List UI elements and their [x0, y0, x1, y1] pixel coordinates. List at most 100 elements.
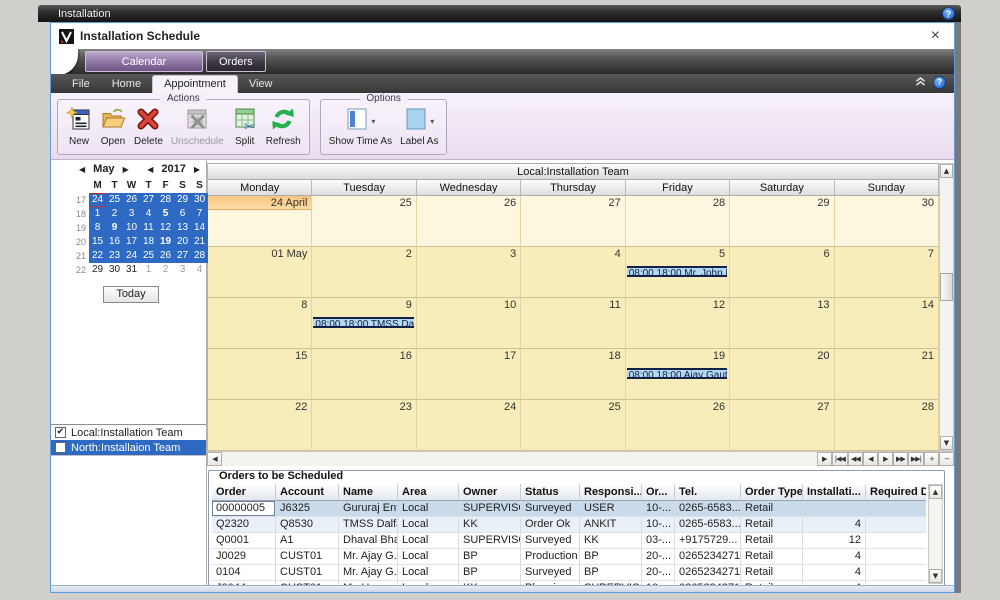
calendar-day-cell[interactable]: 6	[730, 247, 834, 298]
ribbon-tab-file[interactable]: File	[61, 76, 101, 93]
mini-calendar-day[interactable]: 31	[123, 263, 140, 277]
table-cell[interactable]: Gururaj Ent...	[339, 501, 398, 517]
column-header-required-d[interactable]: Required D...	[866, 484, 926, 501]
dropdown-caret-icon[interactable]: ▾	[430, 117, 434, 126]
mini-calendar-day[interactable]: 18	[140, 235, 157, 249]
table-cell[interactable]: Local	[398, 565, 459, 581]
orders-vertical-scrollbar[interactable]: ▲ ▼	[928, 484, 943, 584]
mini-calendar-day[interactable]: 28	[157, 193, 174, 207]
zoom-in-button[interactable]: +	[924, 452, 939, 466]
table-cell[interactable]: Q0001	[212, 533, 276, 549]
table-cell[interactable]: J0029	[212, 549, 276, 565]
next-month-icon[interactable]: ▶	[123, 165, 129, 174]
column-header-order[interactable]: Order	[212, 484, 276, 501]
dropdown-caret-icon[interactable]: ▾	[371, 117, 375, 126]
table-cell[interactable]: 00000005	[212, 501, 276, 517]
calendar-day-cell[interactable]: 12	[626, 298, 730, 349]
table-cell[interactable]: USER	[580, 501, 642, 517]
calendar-day-cell[interactable]: 30	[835, 196, 939, 247]
mini-calendar-day[interactable]: 17	[123, 235, 140, 249]
column-header-or[interactable]: Or...	[642, 484, 675, 501]
mini-calendar-day[interactable]: 27	[174, 249, 191, 263]
team-list-item[interactable]: North:Installaion Team	[51, 440, 206, 455]
mini-calendar-day[interactable]: 24	[89, 193, 106, 207]
column-header-owner[interactable]: Owner	[459, 484, 521, 501]
table-cell[interactable]: Order Ok	[521, 517, 580, 533]
scroll-left-icon[interactable]: ◀	[207, 452, 222, 466]
column-header-installati[interactable]: Installati...	[803, 484, 866, 501]
table-cell[interactable]: CUST01	[276, 549, 339, 565]
column-header-status[interactable]: Status	[521, 484, 580, 501]
table-cell[interactable]: Local	[398, 517, 459, 533]
scrollbar-track[interactable]	[222, 452, 817, 466]
mini-calendar-day[interactable]: 3	[123, 207, 140, 221]
calendar-day-cell[interactable]: 27	[730, 400, 834, 451]
scrollbar-thumb[interactable]	[940, 273, 953, 301]
calendar-day-cell[interactable]: 26	[417, 196, 521, 247]
calendar-day-cell[interactable]: 7	[835, 247, 939, 298]
scrollbar-track[interactable]	[940, 178, 953, 436]
mini-calendar-day[interactable]: 21	[191, 235, 208, 249]
label-as-button[interactable]: ▾Label As	[396, 106, 442, 148]
mini-calendar-day[interactable]: 7	[191, 207, 208, 221]
mini-calendar-day[interactable]: 27	[140, 193, 157, 207]
table-cell[interactable]: Retail	[741, 549, 803, 565]
column-header-order-type[interactable]: Order Type	[741, 484, 803, 501]
table-cell[interactable]: 20-...	[642, 549, 675, 565]
last-record-button[interactable]: ▶▶|	[908, 452, 924, 466]
team-list-item[interactable]: ✔Local:Installation Team	[51, 425, 206, 440]
table-cell[interactable]: Q8530	[276, 517, 339, 533]
ribbon-tab-home[interactable]: Home	[101, 76, 152, 93]
mini-calendar-day[interactable]: 28	[191, 249, 208, 263]
mini-calendar-day[interactable]: 9	[106, 221, 123, 235]
table-cell[interactable]	[866, 517, 926, 533]
table-cell[interactable]: TMSS Dalfab	[339, 517, 398, 533]
table-cell[interactable]: Retail	[741, 533, 803, 549]
ribbon-tab-view[interactable]: View	[238, 76, 284, 93]
appointment[interactable]: 08:00 18:00 TMSS Dalf	[313, 317, 413, 328]
calendar-day-cell[interactable]: 3	[417, 247, 521, 298]
table-cell[interactable]: J6325	[276, 501, 339, 517]
table-cell[interactable]: Local	[398, 549, 459, 565]
table-cell[interactable]: 0265-6583...	[675, 517, 741, 533]
ribbon-tab-appointment[interactable]: Appointment	[152, 75, 238, 93]
column-header-tel[interactable]: Tel.	[675, 484, 741, 501]
mini-calendar-day[interactable]: 10	[123, 221, 140, 235]
mini-calendar-day[interactable]: 3	[174, 263, 191, 277]
calendar-day-cell[interactable]: 21	[835, 349, 939, 400]
mini-calendar-day[interactable]: 5	[157, 207, 174, 221]
mini-calendar-day[interactable]: 30	[191, 193, 208, 207]
table-cell[interactable]: 4	[803, 549, 866, 565]
table-cell[interactable]	[866, 549, 926, 565]
tab-calendar[interactable]: Calendar	[85, 51, 203, 72]
unchecked-checkbox-icon[interactable]	[55, 442, 66, 453]
table-cell[interactable]: 0104	[212, 565, 276, 581]
table-cell[interactable]: +9175729...	[675, 533, 741, 549]
table-cell[interactable]: 20-...	[642, 565, 675, 581]
calendar-day-cell[interactable]: 2	[312, 247, 416, 298]
mini-calendar-day[interactable]: 2	[157, 263, 174, 277]
mini-calendar-day[interactable]: 12	[157, 221, 174, 235]
calendar-day-cell[interactable]: 23	[312, 400, 416, 451]
table-cell[interactable]: 4	[803, 565, 866, 581]
column-header-account[interactable]: Account	[276, 484, 339, 501]
calendar-day-cell[interactable]: 4	[521, 247, 625, 298]
mini-calendar-day[interactable]: 25	[140, 249, 157, 263]
mini-calendar-day[interactable]: 6	[174, 207, 191, 221]
calendar-day-cell[interactable]: 29	[730, 196, 834, 247]
mini-calendar-day[interactable]: 29	[89, 263, 106, 277]
table-cell[interactable]: Retail	[741, 501, 803, 517]
table-cell[interactable]: Surveyed	[521, 533, 580, 549]
calendar-day-cell[interactable]: 25	[521, 400, 625, 451]
table-row[interactable]: Q0001A1Dhaval Bha...LocalSUPERVISORSurve…	[212, 533, 926, 549]
table-cell[interactable]: Local	[398, 533, 459, 549]
calendar-day-cell[interactable]: 11	[521, 298, 625, 349]
next-record-button[interactable]: ▶	[878, 452, 893, 466]
table-cell[interactable]: Local	[398, 501, 459, 517]
split-button[interactable]: ✂Split	[228, 106, 262, 148]
calendar-day-cell[interactable]: 8	[208, 298, 312, 349]
mini-calendar-day[interactable]: 22	[89, 249, 106, 263]
calendar-day-cell[interactable]: 16	[312, 349, 416, 400]
table-cell[interactable]	[866, 533, 926, 549]
mini-calendar-day[interactable]: 1	[140, 263, 157, 277]
